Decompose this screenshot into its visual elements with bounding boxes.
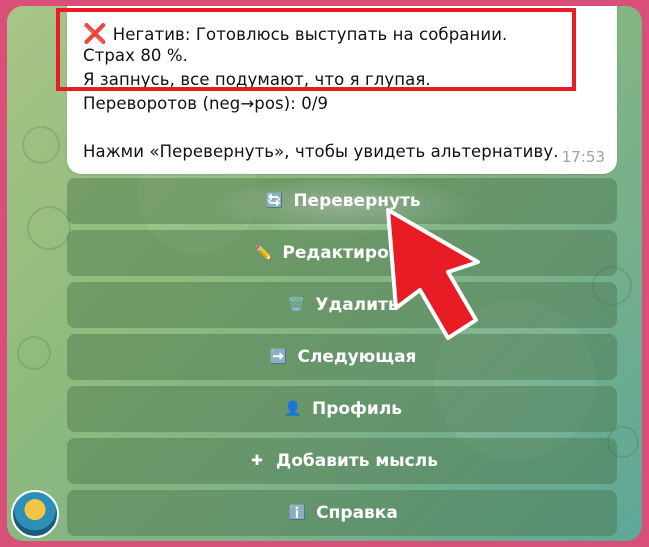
add-thought-button[interactable]: ✚ Добавить мысль [67,438,617,484]
background-doodle [27,206,71,250]
flip-button[interactable]: 🔄 Перевернуть [67,178,617,224]
profile-button[interactable]: 👤 Профиль [67,386,617,432]
refresh-icon: 🔄 [265,193,284,209]
chat-area: ❌ Негатив: Готовлюсь выступать на собрани… [7,6,642,541]
flip-counter-text: Переворотов (neg→pos): 0/9 [83,94,329,113]
background-doodle [22,126,60,164]
background-doodle [17,336,51,370]
delete-button-label: Удалить [315,295,399,315]
fear-level-text: Страх 80 %. [83,46,188,65]
cross-mark-icon: ❌ [83,23,107,45]
pencil-icon: ✏️ [254,245,273,261]
user-icon: 👤 [284,401,302,417]
delete-button[interactable]: 🗑️ Удалить [67,282,617,328]
thought-detail-text: Я запнусь, все подумают, что я глупая. [83,70,431,89]
message-bubble: ❌ Негатив: Готовлюсь выступать на собрани… [67,6,617,174]
negative-thought-text: Негатив: Готовлюсь выступать на собрании… [112,25,508,44]
trash-icon: 🗑️ [287,297,306,313]
message-time: 17:53 [561,148,605,166]
add-thought-button-label: Добавить мысль [276,451,438,471]
bot-avatar[interactable] [11,490,59,538]
help-button[interactable]: ℹ️ Справка [67,490,617,536]
info-icon: ℹ️ [288,505,306,521]
next-button[interactable]: ➡️ Следующая [67,334,617,380]
next-button-label: Следующая [297,347,417,367]
arrow-right-icon: ➡️ [269,349,288,365]
flip-button-label: Перевернуть [293,191,421,211]
help-button-label: Справка [316,503,398,523]
message-line-negative: ❌ Негатив: Готовлюсь выступать на собрани… [83,22,507,45]
plus-icon: ✚ [251,453,263,469]
instruction-text: Нажми «Перевернуть», чтобы увидеть альте… [83,142,559,161]
edit-button-label: Редактировать [282,243,432,263]
edit-button[interactable]: ✏️ Редактировать [67,230,617,276]
profile-button-label: Профиль [311,399,403,419]
